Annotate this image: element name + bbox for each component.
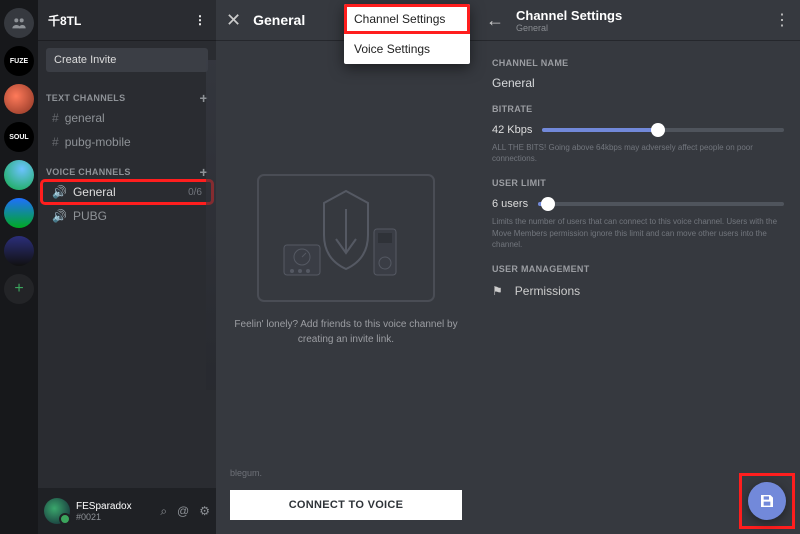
kebab-icon[interactable]: ⋮ <box>194 13 206 27</box>
context-menu: Channel Settings Voice Settings <box>344 4 470 64</box>
username-block[interactable]: FESparadox #0021 <box>76 501 132 522</box>
close-icon[interactable]: ✕ <box>226 10 241 31</box>
voice-channel-pubg[interactable]: 🔊 PUBG <box>42 205 212 227</box>
bubble-preview: blegum. <box>230 468 262 478</box>
back-icon[interactable]: ← <box>486 10 504 31</box>
hash-icon: # <box>52 111 59 125</box>
mention-icon[interactable]: @ <box>177 504 189 519</box>
save-button[interactable] <box>748 482 786 520</box>
bitrate-hint: ALL THE BITS! Going above 64kbps may adv… <box>492 142 784 164</box>
settings-title: Channel Settings <box>516 8 622 23</box>
channel-name-value[interactable]: General <box>492 76 784 90</box>
bitrate-value: 42 Kbps <box>492 124 532 136</box>
channel-settings-panel: ← Channel Settings General ⋮ CHANNEL NAM… <box>476 0 800 534</box>
flag-icon: ⚑ <box>492 284 503 298</box>
server-list: FUZE SOUL + <box>0 0 38 534</box>
voice-channel-general[interactable]: 🔊 General 0/6 <box>42 181 212 203</box>
save-icon <box>759 493 775 509</box>
settings-subtitle: General <box>516 23 622 33</box>
avatar[interactable] <box>44 498 70 524</box>
server-item[interactable] <box>4 198 34 228</box>
server-soul[interactable]: SOUL <box>4 122 34 152</box>
voice-channel-view: ✕ General Channel Settings Voice Setting… <box>216 0 476 534</box>
userlimit-label: USER LIMIT <box>492 178 784 188</box>
userlimit-value: 6 users <box>492 198 528 210</box>
bitrate-label: BITRATE <box>492 104 784 114</box>
userlimit-hint: Limits the number of users that can conn… <box>492 216 784 250</box>
settings-header: ← Channel Settings General ⋮ <box>476 0 800 40</box>
server-header[interactable]: 千8TL ⋮ <box>38 0 216 40</box>
channel-name-label: CHANNEL NAME <box>492 58 784 68</box>
server-item[interactable] <box>4 84 34 114</box>
gear-icon[interactable]: ⚙ <box>199 504 210 519</box>
bitrate-slider[interactable] <box>542 128 784 132</box>
server-fuze[interactable]: FUZE <box>4 46 34 76</box>
empty-state: Feelin' lonely? Add friends to this voic… <box>216 40 476 480</box>
text-channel-pubg[interactable]: # pubg-mobile <box>42 131 212 153</box>
user-count: 0/6 <box>188 187 202 198</box>
user-panel: FESparadox #0021 ⌕ @ ⚙ <box>38 488 216 534</box>
channel-sidebar: 千8TL ⋮ Create Invite TEXT CHANNELS + # g… <box>38 0 216 534</box>
menu-voice-settings[interactable]: Voice Settings <box>344 34 470 64</box>
text-channel-general[interactable]: # general <box>42 107 212 129</box>
permissions-row[interactable]: ⚑ Permissions <box>492 284 784 298</box>
text-channels-header[interactable]: TEXT CHANNELS + <box>38 90 216 106</box>
userlimit-slider[interactable] <box>538 202 784 206</box>
background-preview <box>206 60 216 390</box>
server-name: 千8TL <box>48 12 81 29</box>
speaker-icon: 🔊 <box>52 185 67 199</box>
friends-icon <box>11 15 27 31</box>
menu-channel-settings[interactable]: Channel Settings <box>344 4 470 34</box>
create-invite-button[interactable]: Create Invite <box>46 48 208 72</box>
illustration <box>256 173 436 303</box>
lonely-text: Feelin' lonely? Add friends to this voic… <box>234 317 458 347</box>
speaker-icon: 🔊 <box>52 209 67 223</box>
server-item[interactable] <box>4 160 34 190</box>
channel-title: General <box>253 12 305 28</box>
home-button[interactable] <box>4 8 34 38</box>
kebab-icon[interactable]: ⋮ <box>774 10 790 30</box>
hash-icon: # <box>52 135 59 149</box>
voice-channels-header[interactable]: VOICE CHANNELS + <box>38 164 216 180</box>
search-icon[interactable]: ⌕ <box>160 504 167 519</box>
user-mgmt-label: USER MANAGEMENT <box>492 264 784 274</box>
server-item[interactable] <box>4 236 34 266</box>
connect-to-voice-button[interactable]: CONNECT TO VOICE <box>230 490 462 520</box>
add-server-button[interactable]: + <box>4 274 34 304</box>
